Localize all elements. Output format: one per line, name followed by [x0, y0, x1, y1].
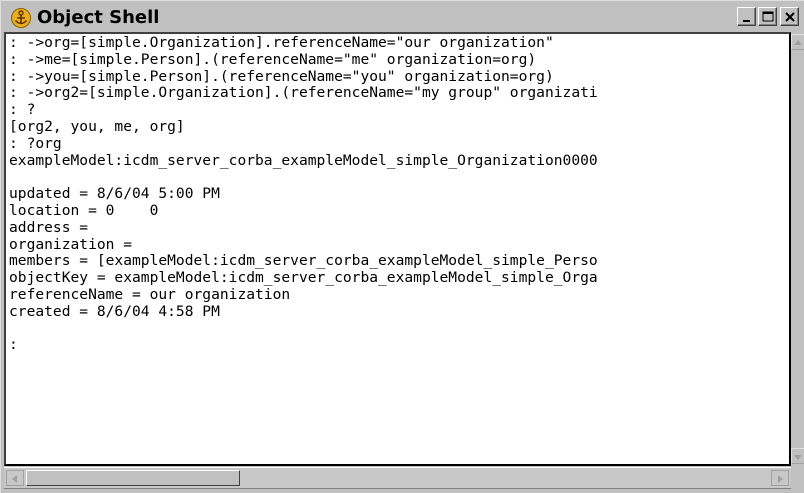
chevron-down-icon: [794, 455, 802, 460]
anchor-icon: [11, 8, 31, 28]
close-button[interactable]: [780, 7, 799, 26]
chevron-up-icon: [794, 40, 802, 45]
scroll-down-button[interactable]: [791, 448, 804, 464]
console-line: members = [exampleModel:icdm_server_corb…: [9, 252, 598, 270]
console-line: : ->org=[simple.Organization].referenceN…: [9, 34, 554, 51]
console-output[interactable]: : ->org=[simple.Organization].referenceN…: [4, 32, 791, 466]
console-line: objectKey = exampleModel:icdm_server_cor…: [9, 269, 598, 287]
console-line: [org2, you, me, org]: [9, 117, 185, 135]
console-line: : ?: [9, 101, 36, 119]
console-line: organization =: [9, 235, 133, 253]
scroll-thumb[interactable]: [26, 470, 240, 486]
maximize-icon: [762, 11, 774, 22]
chevron-right-icon: [778, 475, 783, 483]
object-shell-window: Object Shell : ->org=[simple.Organizatio…: [0, 0, 804, 493]
scroll-right-button[interactable]: [771, 470, 789, 486]
console-line: address =: [9, 218, 89, 236]
console-line: : ->you=[simple.Person].(referenceName="…: [9, 67, 554, 85]
scroll-up-button[interactable]: [791, 34, 804, 50]
vertical-scrollbar[interactable]: [791, 32, 804, 466]
close-icon: [785, 12, 795, 22]
console-line: : ->org2=[simple.Organization].(referenc…: [9, 84, 598, 102]
console-line: created = 8/6/04 4:58 PM: [9, 302, 220, 320]
console-line: exampleModel:icdm_server_corba_exampleMo…: [9, 151, 598, 169]
console-line: referenceName = our organization: [9, 285, 291, 303]
minimize-button[interactable]: [737, 7, 756, 26]
window-title: Object Shell: [37, 7, 160, 28]
scroll-left-button[interactable]: [6, 470, 24, 486]
chevron-left-icon: [12, 475, 17, 483]
scrollbar-corner: [791, 467, 804, 489]
console-line: : ?org: [9, 134, 62, 152]
console-line: updated = 8/6/04 5:00 PM: [9, 185, 220, 203]
maximize-button[interactable]: [758, 7, 777, 26]
title-bar[interactable]: Object Shell: [3, 3, 804, 31]
console-lines: : ->org=[simple.Organization].referenceN…: [9, 34, 598, 354]
console-line: :: [9, 336, 18, 354]
console-line: location = 0 0: [9, 201, 159, 219]
minimize-icon: [743, 20, 750, 22]
horizontal-scrollbar[interactable]: [4, 467, 791, 489]
console-line: : ->me=[simple.Person].(referenceName="m…: [9, 50, 537, 68]
